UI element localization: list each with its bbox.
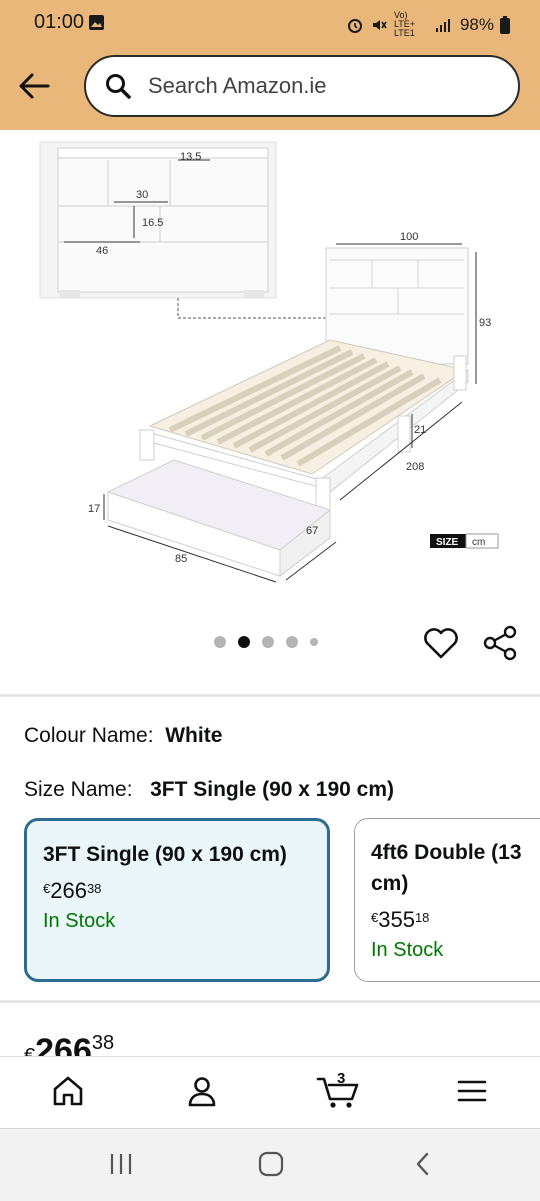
price-whole: 266 [50,878,87,903]
carousel-dot[interactable] [214,636,226,648]
status-bar: 01:00 Vo) LTE+ LTE1 98% [0,0,540,46]
dim-label-21: 21 [414,424,426,436]
mute-icon [372,19,387,30]
stock-status: In Stock [43,910,116,932]
cart-count-badge: 3 [337,1070,346,1087]
share-icon [483,625,517,661]
dim-label-100: 100 [400,231,418,243]
person-icon [188,1077,216,1107]
recent-apps-icon[interactable] [108,1151,134,1177]
dim-label-17: 17 [88,503,100,515]
price-fraction: 38 [86,881,102,896]
price-currency: € [371,910,379,925]
app-header: Search Amazon.ie [0,46,540,130]
dim-label-208: 208 [406,461,424,473]
account-tab[interactable] [184,1073,220,1109]
dim-label-30: 30 [136,189,148,201]
size-option-title: 4ft6 Double (13 cm) [371,841,522,895]
menu-icon [457,1080,487,1102]
carousel-dot[interactable] [310,638,318,646]
size-option-title: 3FT Single (90 x 190 cm) [43,843,287,866]
search-icon [106,74,131,99]
price-currency: € [43,881,51,896]
size-option-price: €26638 [43,878,311,904]
carousel-dot-active[interactable] [238,636,250,648]
bed-diagram: 13.5 30 16.5 46 100 93 21 208 17 67 85 S… [39,141,499,583]
battery-icon [500,15,510,34]
status-icons: Vo) LTE+ LTE1 98% [346,11,510,38]
gallery-notification-icon [89,15,104,30]
share-button[interactable] [482,624,520,662]
size-option-card-selected[interactable]: 3FT Single (90 x 190 cm) €26638 In Stock [24,818,330,982]
carousel-dots [214,636,318,648]
home-tab[interactable] [50,1073,86,1109]
status-time: 01:00 [34,11,85,33]
price-whole: 355 [378,907,415,932]
home-icon [53,1076,83,1106]
stock-status: In Stock [371,939,444,961]
bottom-nav [0,1056,540,1129]
dim-label-46: 46 [96,245,108,257]
dim-label-13-5: 13.5 [180,151,201,163]
size-label: Size Name: [24,778,133,801]
back-button[interactable] [14,66,54,106]
signal-icon [435,18,450,32]
size-unit: cm [472,537,485,548]
wishlist-button[interactable] [422,624,460,662]
alarm-icon [347,18,362,33]
home-button-icon[interactable] [258,1151,284,1177]
battery-percent: 98% [459,14,494,34]
size-name-row: Size Name: 3FT Single (90 x 190 cm) [24,778,394,802]
search-input[interactable]: Search Amazon.ie [84,55,520,117]
heart-icon [424,628,458,659]
colour-label: Colour Name: [24,724,154,747]
system-nav-bar [0,1128,540,1201]
size-value: 3FT Single (90 x 190 cm) [150,778,394,801]
colour-name-row: Colour Name: White [24,724,222,748]
product-image[interactable]: 13.5 30 16.5 46 100 93 21 208 17 67 85 S… [0,130,540,620]
search-placeholder: Search Amazon.ie [148,73,327,98]
carousel-dot[interactable] [286,636,298,648]
section-divider [0,1000,540,1003]
dim-label-85: 85 [175,553,187,565]
carousel-dot[interactable] [262,636,274,648]
colour-value: White [165,724,223,747]
size-option-card[interactable]: 4ft6 Double (13 cm) €35518 In Stock [354,818,540,982]
main-price-fraction: 38 [91,1032,115,1054]
system-back-icon[interactable] [410,1151,436,1177]
price-fraction: 18 [414,910,430,925]
dim-label-67: 67 [306,525,318,537]
size-badge: SIZE [436,537,459,548]
section-divider [0,694,540,697]
network-indicator: Vo) LTE+ LTE1 [393,10,416,38]
dim-label-16-5: 16.5 [142,217,163,229]
back-arrow-icon [19,73,50,99]
dim-label-93: 93 [479,317,491,329]
menu-tab[interactable] [454,1073,490,1109]
size-option-price: €35518 [371,907,540,933]
